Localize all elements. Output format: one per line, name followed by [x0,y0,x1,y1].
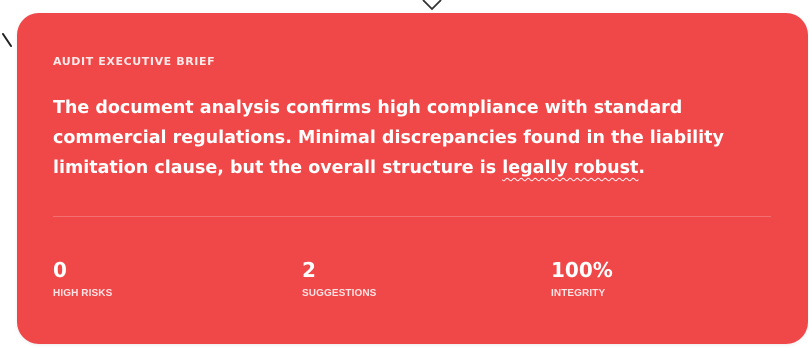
stat-value: 2 [302,258,316,282]
brief-divider [53,216,771,217]
stat-label: HIGH RISKS [53,288,113,299]
edge-slash-mark [2,33,12,47]
brief-summary: The document analysis confirms high comp… [53,93,743,183]
stat-label: SUGGESTIONS [302,288,377,299]
stat-high-risks: 0 HIGH RISKS [53,259,253,299]
stat-suggestions: 2 SUGGESTIONS [302,259,502,299]
brief-summary-end: . [638,158,646,178]
stat-integrity: 100% INTEGRITY [551,259,751,299]
brief-eyebrow: AUDIT EXECUTIVE BRIEF [53,55,216,68]
audit-executive-brief-card: AUDIT EXECUTIVE BRIEF The document analy… [17,13,808,344]
stat-value: 100% [551,258,613,282]
stat-value: 0 [53,258,67,282]
stat-label: INTEGRITY [551,288,606,299]
spellcheck-highlight[interactable]: legally robust [502,158,638,178]
cursor-arrow-icon [422,0,442,11]
